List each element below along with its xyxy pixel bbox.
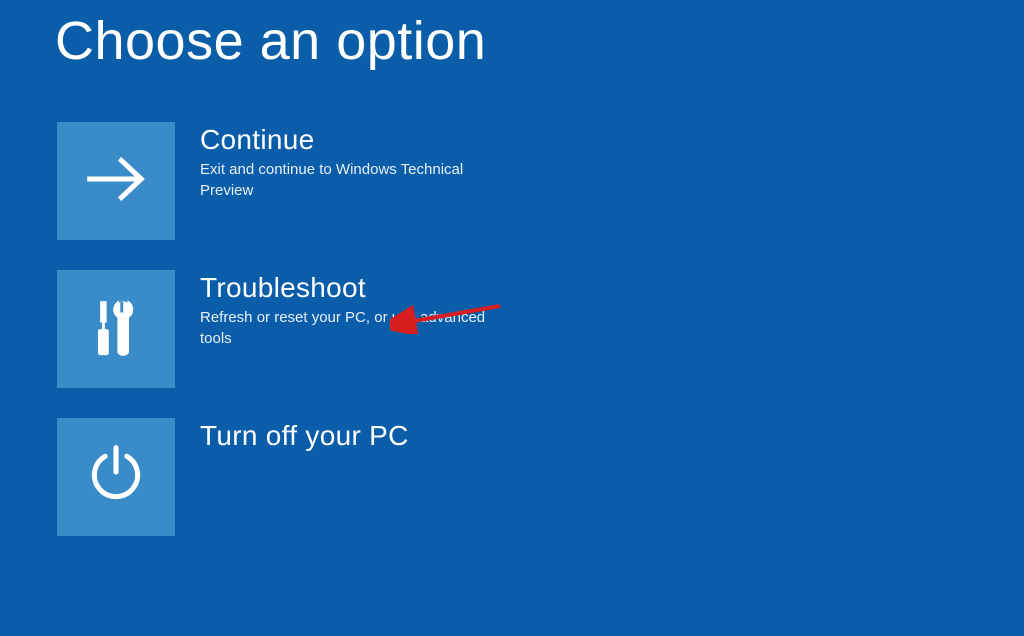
option-troubleshoot-tile: [57, 270, 175, 388]
option-troubleshoot[interactable]: Troubleshoot Refresh or reset your PC, o…: [57, 270, 1024, 388]
option-continue-title: Continue: [200, 124, 495, 156]
option-turnoff[interactable]: Turn off your PC: [57, 418, 1024, 536]
page-title: Choose an option: [0, 0, 1024, 72]
option-continue[interactable]: Continue Exit and continue to Windows Te…: [57, 122, 1024, 240]
option-continue-description: Exit and continue to Windows Technical P…: [200, 159, 495, 201]
option-continue-text: Continue Exit and continue to Windows Te…: [175, 122, 495, 201]
option-troubleshoot-text: Troubleshoot Refresh or reset your PC, o…: [175, 270, 495, 349]
option-continue-tile: [57, 122, 175, 240]
power-icon: [80, 439, 152, 516]
options-list: Continue Exit and continue to Windows Te…: [0, 72, 1024, 536]
option-troubleshoot-title: Troubleshoot: [200, 272, 495, 304]
option-turnoff-title: Turn off your PC: [200, 420, 409, 452]
option-turnoff-tile: [57, 418, 175, 536]
option-turnoff-text: Turn off your PC: [175, 418, 409, 455]
tools-icon: [80, 291, 152, 368]
option-troubleshoot-description: Refresh or reset your PC, or use advance…: [200, 307, 495, 349]
arrow-right-icon: [80, 143, 152, 220]
